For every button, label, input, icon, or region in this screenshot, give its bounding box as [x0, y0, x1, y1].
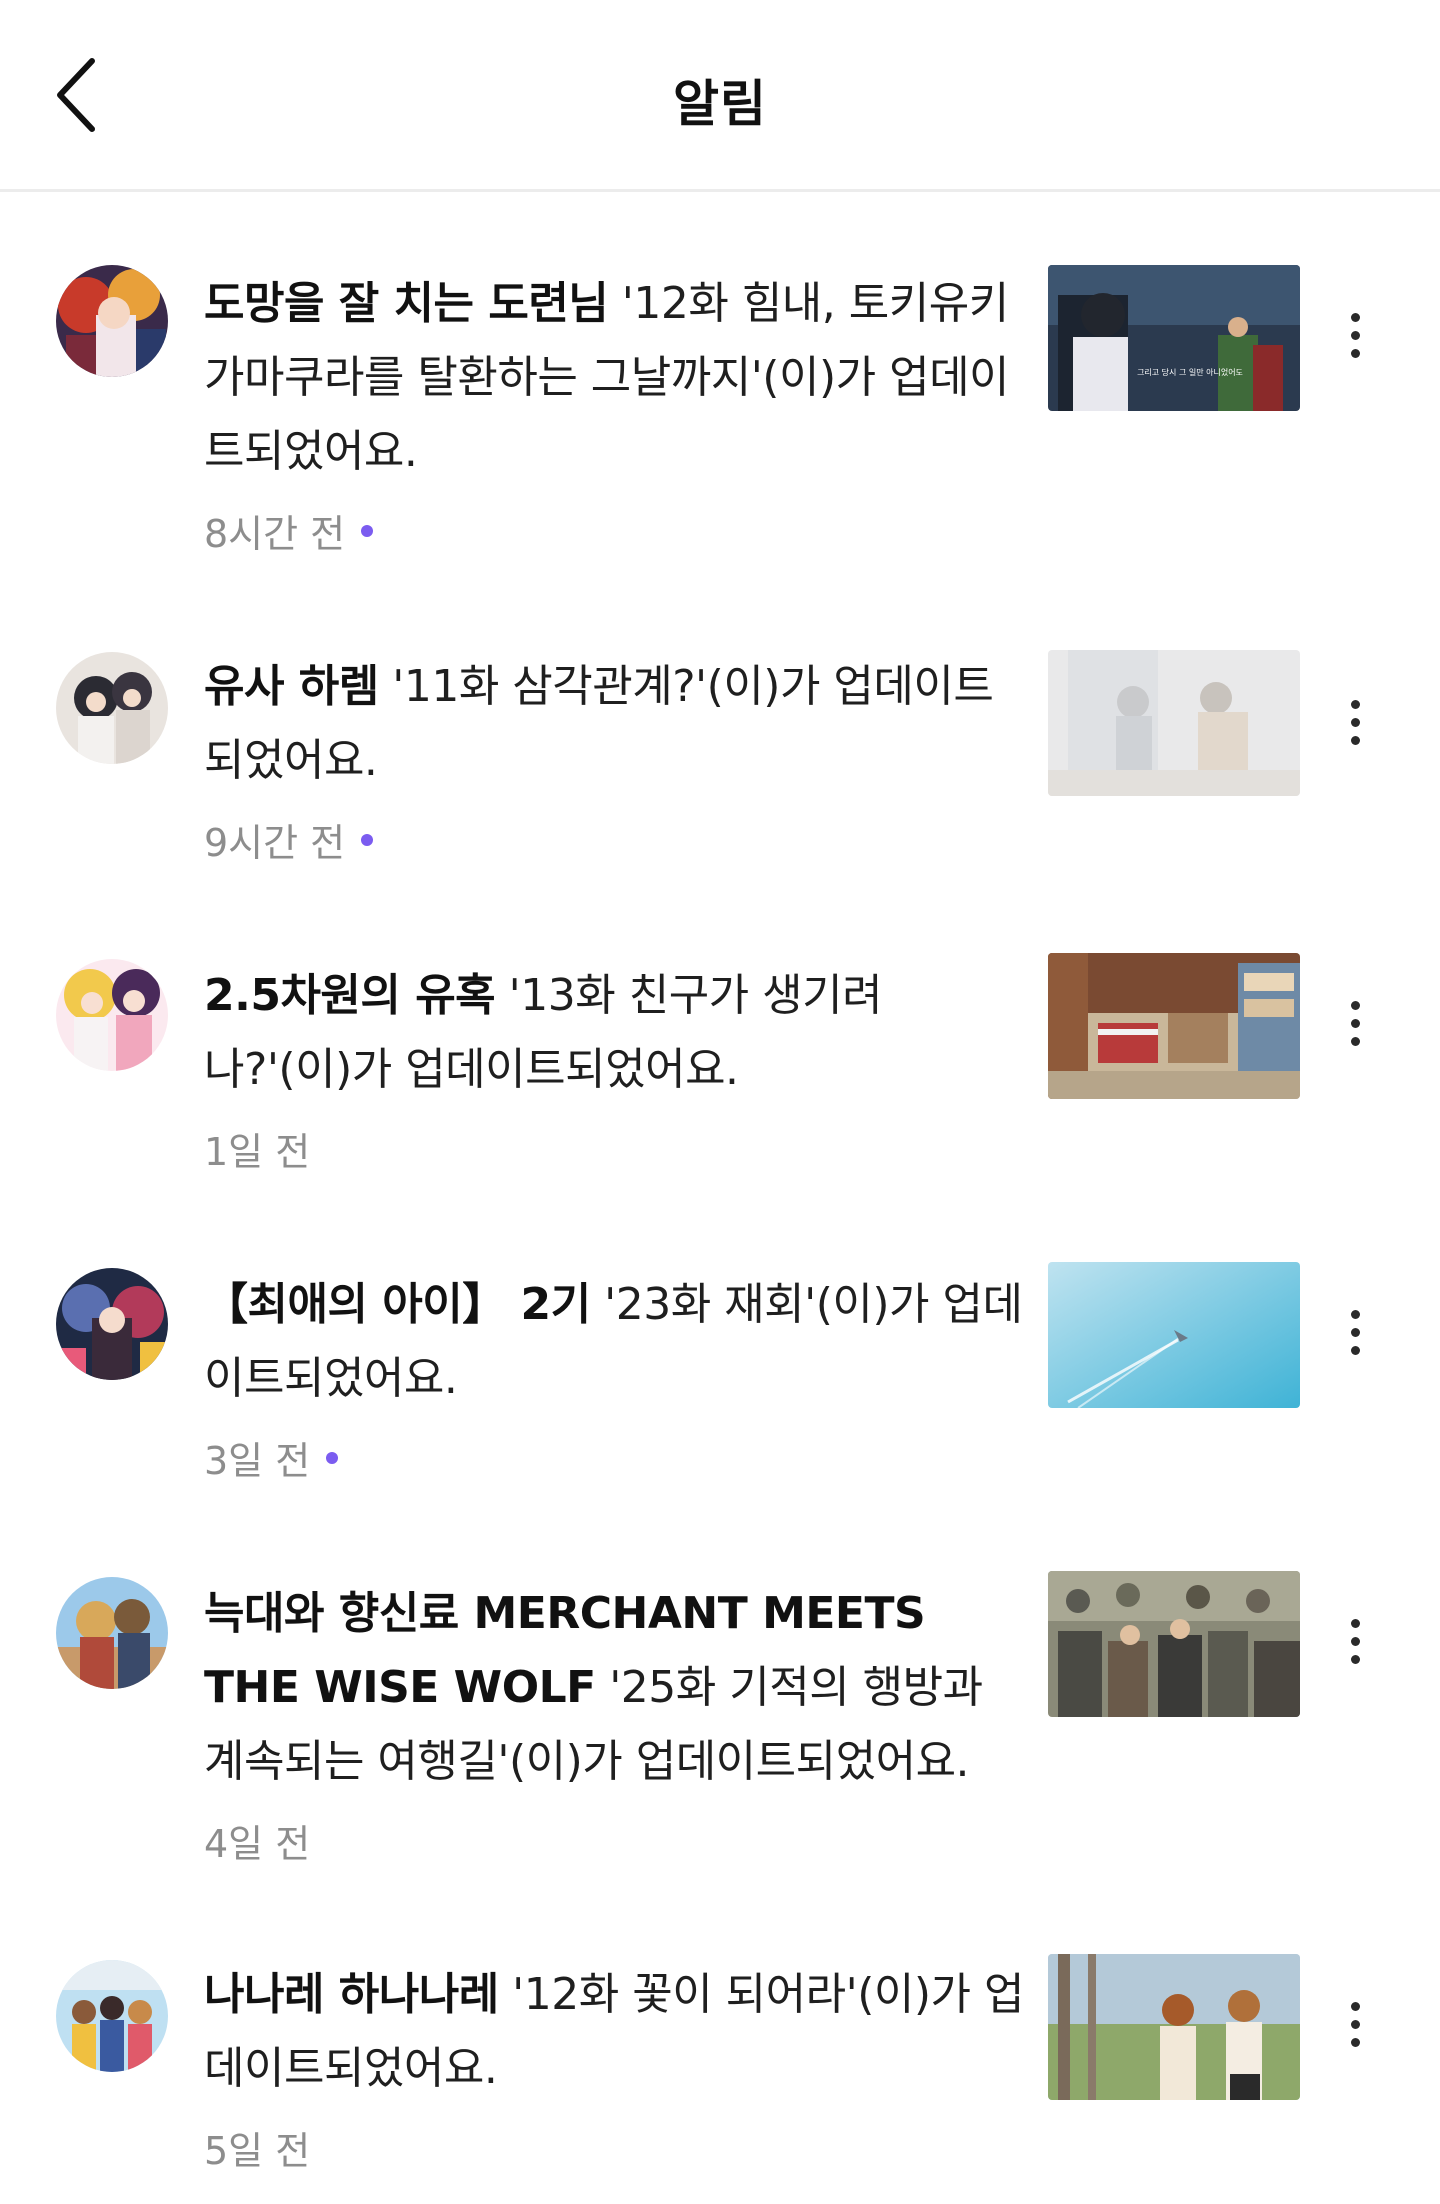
- notification-meta: 1일 전: [204, 1121, 1024, 1176]
- more-options-button[interactable]: [1325, 973, 1385, 1073]
- more-options-button[interactable]: [1325, 285, 1385, 385]
- series-avatar: [56, 1960, 168, 2072]
- notification-message: 늑대와 향신료 MERCHANT MEETS THE WISE WOLF '25…: [204, 1577, 1024, 1799]
- series-title: 도망을 잘 치는 도련님: [204, 278, 609, 329]
- episode-thumbnail[interactable]: [1048, 1571, 1300, 1717]
- notification-meta: 9시간 전: [204, 812, 1024, 867]
- series-avatar: [56, 959, 168, 1071]
- series-title: 【최애의 아이】 2기: [204, 1279, 591, 1330]
- notification-message: 유사 하렘 '11화 삼각관계?'(이)가 업데이트되었어요.: [204, 650, 1024, 798]
- series-avatar: [56, 1268, 168, 1380]
- notification-message: 2.5차원의 유혹 '13화 친구가 생기려나?'(이)가 업데이트되었어요.: [204, 959, 1024, 1107]
- episode-thumbnail[interactable]: [1048, 1954, 1300, 2100]
- notification-text: 유사 하렘 '11화 삼각관계?'(이)가 업데이트되었어요. 9시간 전: [204, 650, 1024, 867]
- more-vertical-icon: [1350, 2001, 1360, 2011]
- more-options-button[interactable]: [1325, 1591, 1385, 1691]
- notification-meta: 5일 전: [204, 2120, 1024, 2175]
- series-title: 2.5차원의 유혹: [204, 970, 496, 1021]
- more-vertical-icon: [1350, 1309, 1360, 1319]
- episode-thumbnail[interactable]: [1048, 953, 1300, 1099]
- notification-message: 나나레 하나나레 '12화 꽃이 되어라'(이)가 업데이트되었어요.: [204, 1958, 1024, 2106]
- episode-thumbnail[interactable]: [1048, 1262, 1300, 1408]
- notification-text: 2.5차원의 유혹 '13화 친구가 생기려나?'(이)가 업데이트되었어요. …: [204, 959, 1024, 1176]
- notification-meta: 4일 전: [204, 1813, 1024, 1868]
- notification-text: 나나레 하나나레 '12화 꽃이 되어라'(이)가 업데이트되었어요. 5일 전: [204, 1958, 1024, 2175]
- thumbnail-caption: 그리고 당시 그 일만 아니었어도: [1137, 367, 1243, 377]
- timestamp: 4일 전: [204, 1822, 311, 1866]
- series-avatar: [56, 652, 168, 764]
- more-options-button[interactable]: [1325, 1974, 1385, 2074]
- series-avatar: [56, 1577, 168, 1689]
- episode-thumbnail[interactable]: 그리고 당시 그 일만 아니었어도: [1048, 265, 1300, 411]
- more-vertical-icon: [1350, 1000, 1360, 1010]
- notification-text: 【최애의 아이】 2기 '23화 재회'(이)가 업데이트되었어요. 3일 전: [204, 1268, 1024, 1485]
- timestamp: 8시간 전: [204, 512, 346, 556]
- series-avatar: [56, 265, 168, 377]
- notification-meta: 8시간 전: [204, 503, 1024, 558]
- notification-message: 도망을 잘 치는 도련님 '12화 힘내, 토키유키 가마쿠라를 탈환하는 그날…: [204, 267, 1024, 489]
- unread-dot: [326, 1451, 339, 1464]
- timestamp: 9시간 전: [204, 821, 346, 865]
- unread-dot: [361, 833, 374, 846]
- notification-text: 도망을 잘 치는 도련님 '12화 힘내, 토키유키 가마쿠라를 탈환하는 그날…: [204, 267, 1024, 558]
- page-title: 알림: [673, 75, 767, 133]
- more-vertical-icon: [1350, 312, 1360, 322]
- more-vertical-icon: [1350, 1618, 1360, 1628]
- timestamp: 1일 전: [204, 1130, 311, 1174]
- timestamp: 5일 전: [204, 2129, 311, 2173]
- more-options-button[interactable]: [1325, 1282, 1385, 1382]
- notification-text: 늑대와 향신료 MERCHANT MEETS THE WISE WOLF '25…: [204, 1577, 1024, 1868]
- series-title: 유사 하렘: [204, 661, 379, 712]
- timestamp: 3일 전: [204, 1439, 311, 1483]
- episode-thumbnail[interactable]: [1048, 650, 1300, 796]
- app-header: 알림: [0, 0, 1440, 192]
- more-options-button[interactable]: [1325, 672, 1385, 772]
- unread-dot: [361, 524, 374, 537]
- notification-message: 【최애의 아이】 2기 '23화 재회'(이)가 업데이트되었어요.: [204, 1268, 1024, 1416]
- more-vertical-icon: [1350, 699, 1360, 709]
- notification-meta: 3일 전: [204, 1430, 1024, 1485]
- series-title: 나나레 하나나레: [204, 1969, 499, 2020]
